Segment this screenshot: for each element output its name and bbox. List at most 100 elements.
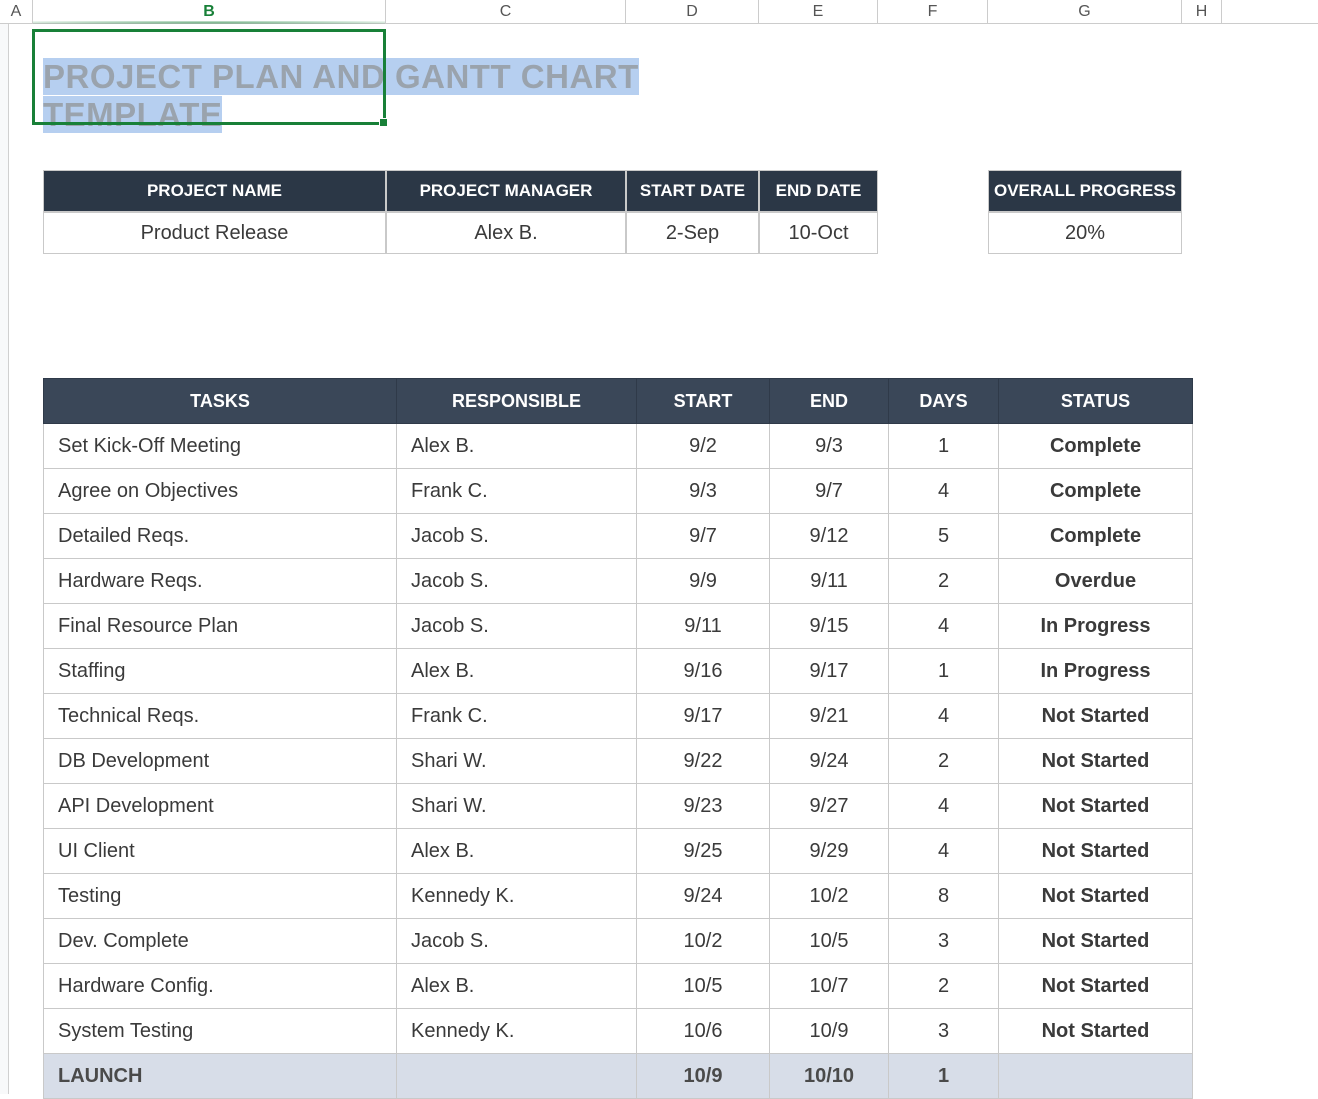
cell-end[interactable]: 10/7 — [770, 964, 889, 1009]
column-header-g[interactable]: G — [988, 0, 1182, 23]
cell-responsible[interactable]: Jacob S. — [397, 604, 637, 649]
cell-end[interactable]: 9/27 — [770, 784, 889, 829]
cell-responsible[interactable]: Jacob S. — [397, 919, 637, 964]
value-start-date[interactable]: 2-Sep — [626, 212, 759, 254]
cell-status[interactable]: Not Started — [999, 829, 1193, 874]
value-end-date[interactable]: 10-Oct — [759, 212, 878, 254]
cell-status[interactable]: Complete — [999, 514, 1193, 559]
cell-responsible[interactable]: Frank C. — [397, 469, 637, 514]
cell-end[interactable]: 9/7 — [770, 469, 889, 514]
table-row[interactable]: Technical Reqs.Frank C.9/179/214Not Star… — [44, 694, 1193, 739]
cell-start[interactable]: 9/23 — [637, 784, 770, 829]
cell-days[interactable]: 3 — [889, 1009, 999, 1054]
cell-responsible[interactable]: Kennedy K. — [397, 874, 637, 919]
cell-end[interactable]: 9/24 — [770, 739, 889, 784]
table-row[interactable]: Set Kick-Off MeetingAlex B.9/29/31Comple… — [44, 424, 1193, 469]
cell-responsible[interactable]: Shari W. — [397, 784, 637, 829]
table-row[interactable]: Dev. CompleteJacob S.10/210/53Not Starte… — [44, 919, 1193, 964]
cell-start[interactable]: 9/7 — [637, 514, 770, 559]
table-row[interactable]: Detailed Reqs.Jacob S.9/79/125Complete — [44, 514, 1193, 559]
cell-days[interactable]: 4 — [889, 469, 999, 514]
cell-status[interactable]: Overdue — [999, 559, 1193, 604]
cell-task[interactable]: Technical Reqs. — [44, 694, 397, 739]
cell-end[interactable]: 9/3 — [770, 424, 889, 469]
cell-responsible[interactable] — [397, 1054, 637, 1099]
cell-status[interactable]: Not Started — [999, 919, 1193, 964]
cell-start[interactable]: 9/16 — [637, 649, 770, 694]
cell-end[interactable]: 9/15 — [770, 604, 889, 649]
cell-end[interactable]: 10/10 — [770, 1054, 889, 1099]
cell-task[interactable]: Hardware Config. — [44, 964, 397, 1009]
cell-responsible[interactable]: Alex B. — [397, 424, 637, 469]
title-cell[interactable]: PROJECT PLAN AND GANTT CHART TEMPLATE — [33, 46, 787, 144]
column-header-f[interactable]: F — [878, 0, 988, 23]
cell-days[interactable]: 4 — [889, 604, 999, 649]
table-row[interactable]: Agree on ObjectivesFrank C.9/39/74Comple… — [44, 469, 1193, 514]
cell-start[interactable]: 10/9 — [637, 1054, 770, 1099]
cell-end[interactable]: 9/21 — [770, 694, 889, 739]
cell-task[interactable]: DB Development — [44, 739, 397, 784]
cell-start[interactable]: 9/9 — [637, 559, 770, 604]
cell-responsible[interactable]: Alex B. — [397, 829, 637, 874]
cell-status[interactable] — [999, 1054, 1193, 1099]
cell-end[interactable]: 9/12 — [770, 514, 889, 559]
cell-days[interactable]: 8 — [889, 874, 999, 919]
cell-status[interactable]: Not Started — [999, 784, 1193, 829]
column-header-e[interactable]: E — [759, 0, 878, 23]
cell-responsible[interactable]: Shari W. — [397, 739, 637, 784]
table-row[interactable]: DB DevelopmentShari W.9/229/242Not Start… — [44, 739, 1193, 784]
cell-task[interactable]: UI Client — [44, 829, 397, 874]
cell-end[interactable]: 9/11 — [770, 559, 889, 604]
cell-responsible[interactable]: Frank C. — [397, 694, 637, 739]
cell-responsible[interactable]: Jacob S. — [397, 514, 637, 559]
cell-start[interactable]: 10/5 — [637, 964, 770, 1009]
table-row[interactable]: Hardware Config.Alex B.10/510/72Not Star… — [44, 964, 1193, 1009]
cell-end[interactable]: 9/29 — [770, 829, 889, 874]
cell-task[interactable]: Dev. Complete — [44, 919, 397, 964]
value-project-manager[interactable]: Alex B. — [386, 212, 626, 254]
cell-days[interactable]: 2 — [889, 739, 999, 784]
value-overall-progress[interactable]: 20% — [988, 212, 1182, 254]
cell-start[interactable]: 9/2 — [637, 424, 770, 469]
cell-status[interactable]: Complete — [999, 424, 1193, 469]
cell-end[interactable]: 10/9 — [770, 1009, 889, 1054]
cell-start[interactable]: 9/17 — [637, 694, 770, 739]
column-header-b[interactable]: B — [33, 0, 386, 23]
column-header-h[interactable]: H — [1182, 0, 1222, 23]
cell-start[interactable]: 9/22 — [637, 739, 770, 784]
cell-end[interactable]: 9/17 — [770, 649, 889, 694]
table-row[interactable]: API DevelopmentShari W.9/239/274Not Star… — [44, 784, 1193, 829]
cell-days[interactable]: 4 — [889, 784, 999, 829]
cell-status[interactable]: In Progress — [999, 604, 1193, 649]
table-row[interactable]: StaffingAlex B.9/169/171In Progress — [44, 649, 1193, 694]
table-row[interactable]: UI ClientAlex B.9/259/294Not Started — [44, 829, 1193, 874]
value-project-name[interactable]: Product Release — [43, 212, 386, 254]
column-header-c[interactable]: C — [386, 0, 626, 23]
cell-status[interactable]: Not Started — [999, 1009, 1193, 1054]
cell-days[interactable]: 1 — [889, 649, 999, 694]
cell-responsible[interactable]: Jacob S. — [397, 559, 637, 604]
cell-status[interactable]: Not Started — [999, 874, 1193, 919]
cell-status[interactable]: Not Started — [999, 739, 1193, 784]
table-row[interactable]: Hardware Reqs.Jacob S.9/99/112Overdue — [44, 559, 1193, 604]
cell-days[interactable]: 2 — [889, 964, 999, 1009]
column-header-a[interactable]: A — [0, 0, 33, 23]
column-header-d[interactable]: D — [626, 0, 759, 23]
cell-start[interactable]: 10/6 — [637, 1009, 770, 1054]
cell-end[interactable]: 10/2 — [770, 874, 889, 919]
cell-days[interactable]: 3 — [889, 919, 999, 964]
cell-start[interactable]: 9/25 — [637, 829, 770, 874]
cell-status[interactable]: Not Started — [999, 694, 1193, 739]
cell-task[interactable]: API Development — [44, 784, 397, 829]
cell-task[interactable]: Testing — [44, 874, 397, 919]
table-row[interactable]: TestingKennedy K.9/2410/28Not Started — [44, 874, 1193, 919]
cell-task[interactable]: Hardware Reqs. — [44, 559, 397, 604]
cell-task[interactable]: System Testing — [44, 1009, 397, 1054]
cell-task[interactable]: Final Resource Plan — [44, 604, 397, 649]
table-row[interactable]: LAUNCH10/910/101 — [44, 1054, 1193, 1099]
cell-start[interactable]: 9/11 — [637, 604, 770, 649]
cell-responsible[interactable]: Alex B. — [397, 649, 637, 694]
cell-task[interactable]: Set Kick-Off Meeting — [44, 424, 397, 469]
cell-start[interactable]: 10/2 — [637, 919, 770, 964]
cell-task[interactable]: LAUNCH — [44, 1054, 397, 1099]
